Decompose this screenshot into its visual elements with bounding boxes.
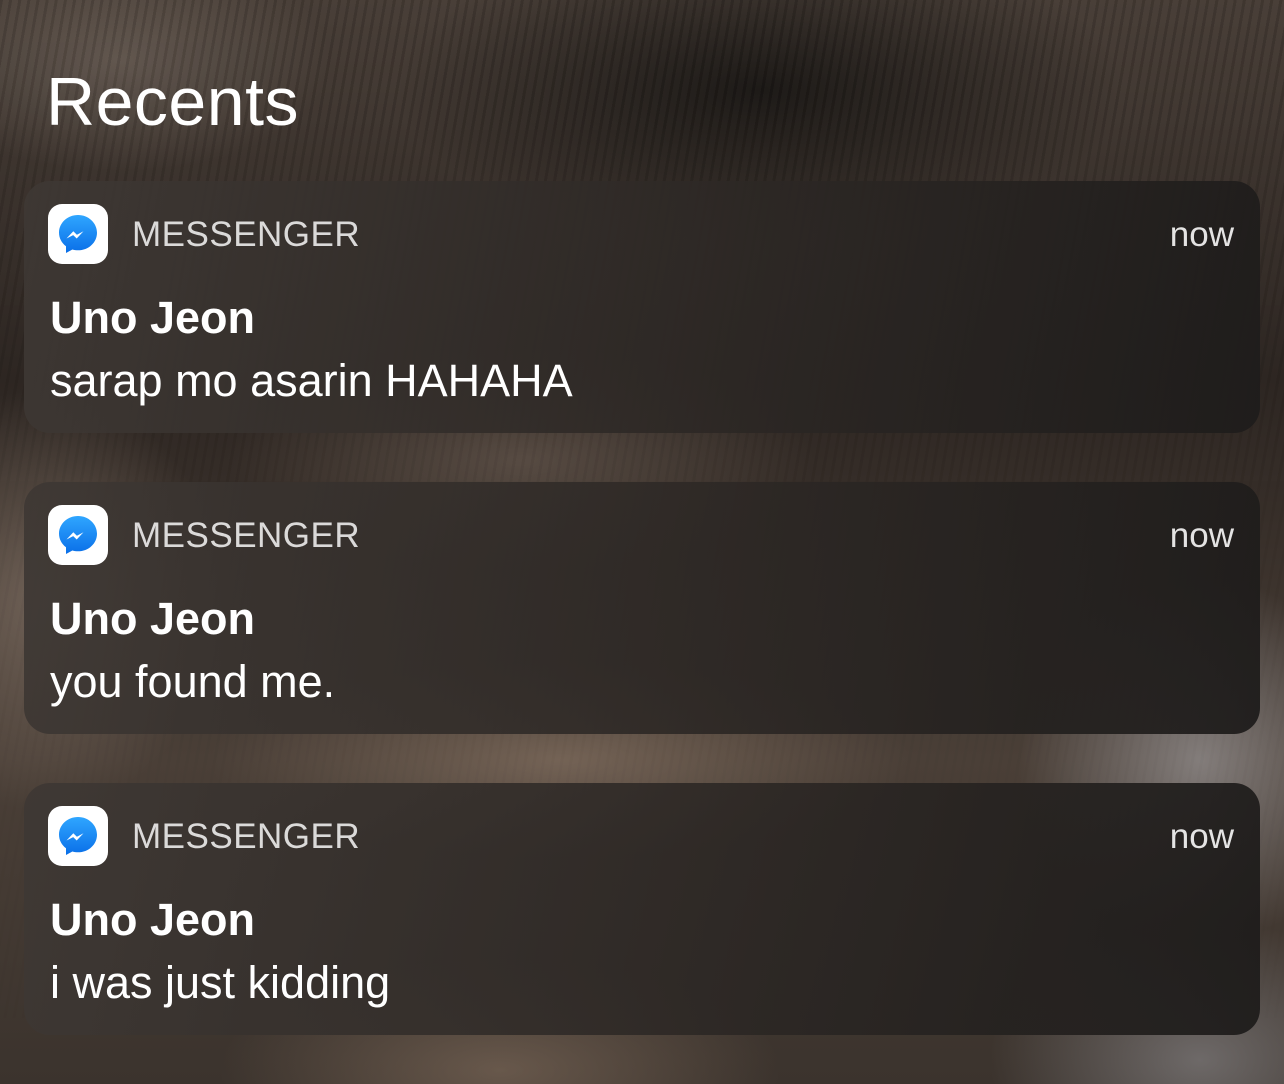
timestamp: now: [1169, 215, 1234, 254]
messenger-icon: [48, 505, 108, 565]
notification-card[interactable]: MESSENGER now Uno Jeon i was just kiddin…: [24, 783, 1260, 1035]
notification-card[interactable]: MESSENGER now Uno Jeon you found me.: [24, 482, 1260, 734]
app-name: MESSENGER: [132, 817, 361, 856]
sender-name: Uno Jeon: [50, 894, 256, 945]
sender-name: Uno Jeon: [50, 593, 256, 644]
messenger-icon: [48, 204, 108, 264]
notification-card[interactable]: MESSENGER now Uno Jeon sarap mo asarin H…: [24, 181, 1260, 433]
message-preview: sarap mo asarin HAHAHA: [50, 355, 573, 406]
app-name: MESSENGER: [132, 215, 361, 254]
app-name: MESSENGER: [132, 516, 361, 555]
recents-title: Recents: [46, 64, 299, 140]
message-preview: i was just kidding: [50, 957, 391, 1008]
notification-list: MESSENGER now Uno Jeon sarap mo asarin H…: [24, 181, 1260, 1035]
messenger-icon: [48, 806, 108, 866]
timestamp: now: [1169, 516, 1234, 555]
timestamp: now: [1169, 817, 1234, 856]
sender-name: Uno Jeon: [50, 292, 256, 343]
message-preview: you found me.: [50, 656, 336, 707]
